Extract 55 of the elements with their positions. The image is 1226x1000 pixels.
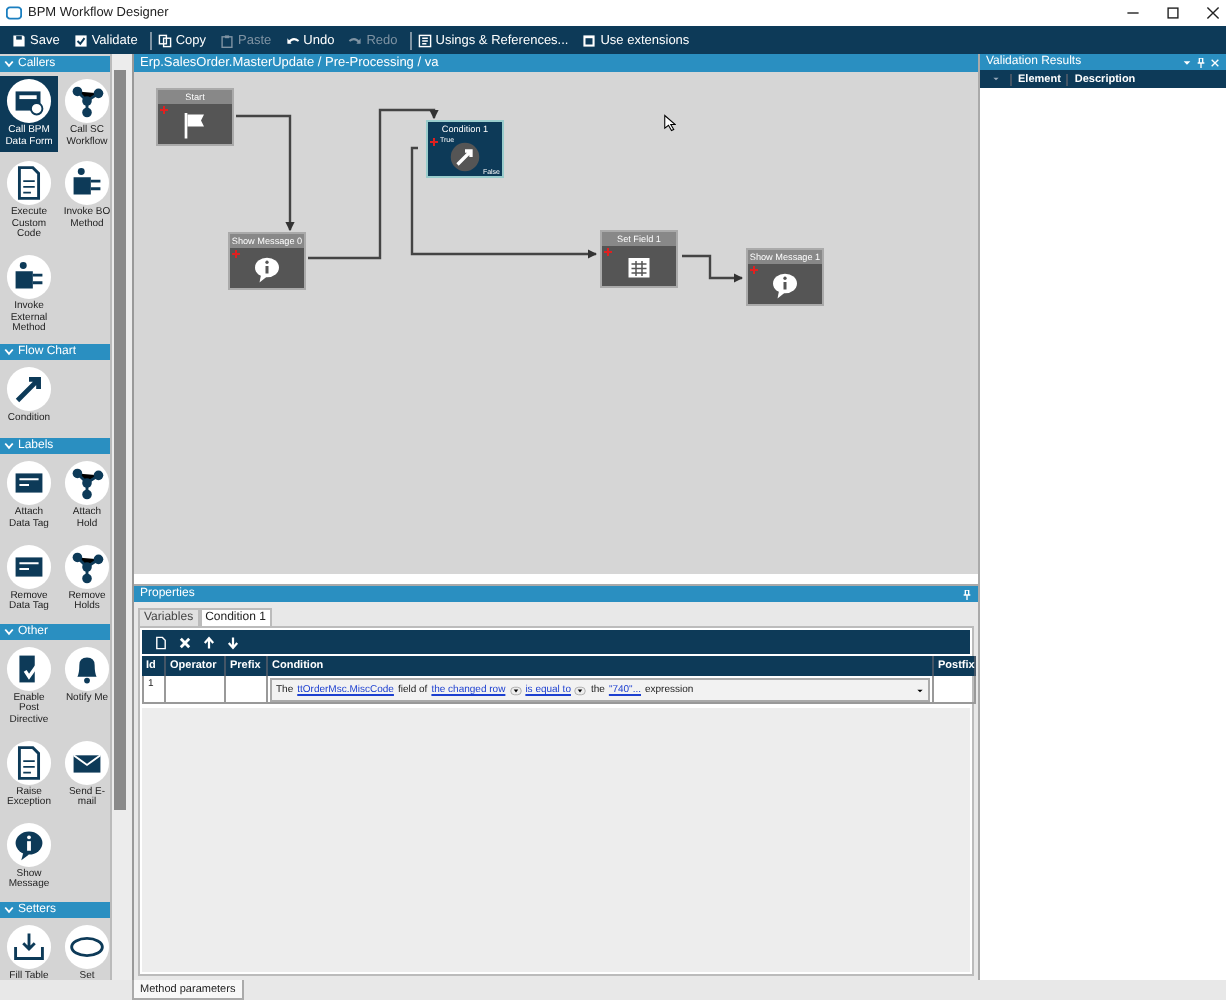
speech-info-icon: [6, 821, 52, 868]
caret-icon[interactable]: [992, 76, 1000, 82]
table-cell: [166, 676, 226, 704]
plus-icon: [750, 266, 758, 274]
up-arrow-icon[interactable]: [202, 635, 216, 649]
cursor-icon: [664, 114, 676, 132]
document-icon: [6, 160, 52, 207]
network-icon: [64, 460, 110, 507]
scrollbar[interactable]: [110, 54, 132, 980]
undo-icon: [285, 33, 300, 47]
box-arrows-icon: [64, 160, 110, 207]
chevron-icon: [4, 905, 14, 914]
delete-icon[interactable]: [178, 635, 192, 649]
plus-icon: [430, 138, 438, 146]
speech-info-icon: [770, 269, 800, 299]
dropdown-icon[interactable]: [509, 685, 522, 695]
maximize-icon[interactable]: [1166, 6, 1180, 20]
tag-icon: [6, 543, 52, 590]
chevron-icon: [4, 60, 14, 68]
plus-icon: [232, 250, 240, 258]
document-icon: [417, 33, 432, 47]
copy-icon: [157, 33, 172, 47]
flag-icon: [180, 109, 210, 139]
dropdown-arrow-icon[interactable]: [916, 687, 924, 693]
new-document-icon[interactable]: [154, 635, 168, 649]
chevron-icon: [4, 442, 14, 451]
app-icon: [6, 6, 22, 20]
down-arrow-icon[interactable]: [226, 635, 240, 649]
speech-info-icon: [252, 253, 282, 283]
checkbox-icon: [73, 33, 88, 47]
oval-icon: [64, 923, 110, 970]
pin-icon[interactable]: [1196, 57, 1206, 67]
document-icon: [6, 739, 52, 785]
plus-icon: [604, 248, 612, 256]
minimize-icon[interactable]: [1126, 6, 1140, 20]
chevron-icon: [4, 627, 14, 636]
connector: [236, 114, 295, 232]
tag-icon: [6, 460, 52, 507]
dropdown-icon[interactable]: [574, 685, 587, 695]
bell-icon: [64, 645, 110, 692]
clipboard-icon: [220, 33, 235, 47]
tray-icon: [6, 923, 52, 970]
envelope-icon: [64, 739, 110, 785]
network-icon: [64, 543, 110, 590]
window-icon: [582, 33, 597, 47]
redo-icon: [348, 33, 363, 47]
connector: [682, 254, 744, 283]
network-icon: [64, 78, 110, 124]
document-check-icon: [6, 645, 52, 692]
box-arrows-icon: [6, 253, 52, 300]
pin-icon[interactable]: [962, 589, 972, 599]
close-icon[interactable]: [1206, 6, 1220, 20]
chevron-icon: [4, 347, 14, 356]
plus-icon: [160, 106, 168, 114]
form-icon: [6, 78, 52, 124]
